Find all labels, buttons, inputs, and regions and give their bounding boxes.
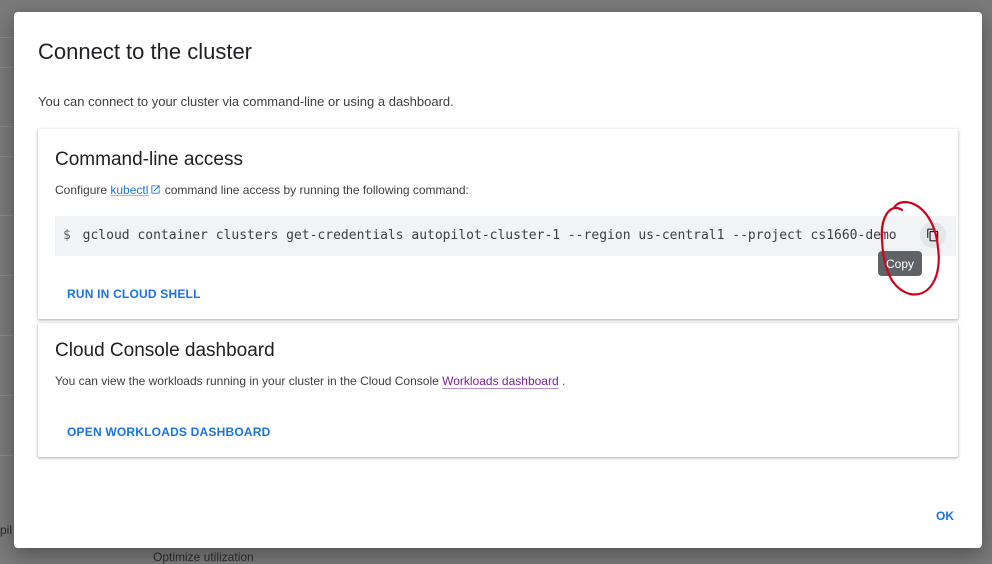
connect-dialog: Connect to the cluster You can connect t… xyxy=(14,12,982,548)
description-text: . xyxy=(558,374,566,388)
command-line-card: Command-line access Configure kubectl co… xyxy=(38,129,958,319)
background-divider xyxy=(0,67,14,68)
background-divider xyxy=(0,215,14,216)
dialog-subtitle: You can connect to your cluster via comm… xyxy=(38,94,454,109)
background-divider xyxy=(0,455,14,456)
dashboard-card: Cloud Console dashboard You can view the… xyxy=(38,323,958,457)
kubectl-link[interactable]: kubectl xyxy=(110,183,148,197)
background-divider xyxy=(0,275,14,276)
open-workloads-dashboard-button[interactable]: OPEN WORKLOADS DASHBOARD xyxy=(55,417,282,447)
description-text: You can view the workloads running in yo… xyxy=(55,374,443,388)
dashboard-title: Cloud Console dashboard xyxy=(55,340,275,361)
command-line-title: Command-line access xyxy=(55,149,243,170)
background-divider xyxy=(0,335,14,336)
background-text-fragment: Optimize utilization xyxy=(153,550,254,564)
red-circle-annotation xyxy=(880,200,940,296)
run-in-cloud-shell-button[interactable]: RUN IN CLOUD SHELL xyxy=(55,279,213,309)
background-divider xyxy=(0,126,14,127)
shell-prompt: $ xyxy=(63,228,71,243)
background-divider xyxy=(0,395,14,396)
command-code-block: $ gcloud container clusters get-credenti… xyxy=(55,216,956,256)
background-divider xyxy=(0,156,14,157)
description-text: command line access by running the follo… xyxy=(161,183,469,197)
dashboard-description: You can view the workloads running in yo… xyxy=(55,374,565,388)
dialog-title: Connect to the cluster xyxy=(38,39,253,64)
workloads-dashboard-link[interactable]: Workloads dashboard xyxy=(442,374,559,388)
background-text-fragment: pil xyxy=(0,523,13,537)
gcloud-command: gcloud container clusters get-credential… xyxy=(82,228,897,243)
command-line-description: Configure kubectl command line access by… xyxy=(55,183,469,197)
ok-button[interactable]: OK xyxy=(926,505,964,527)
background-divider xyxy=(0,37,14,38)
description-text: Configure xyxy=(55,183,111,197)
external-link-icon[interactable] xyxy=(150,184,161,195)
command-text: $ gcloud container clusters get-credenti… xyxy=(63,228,897,243)
